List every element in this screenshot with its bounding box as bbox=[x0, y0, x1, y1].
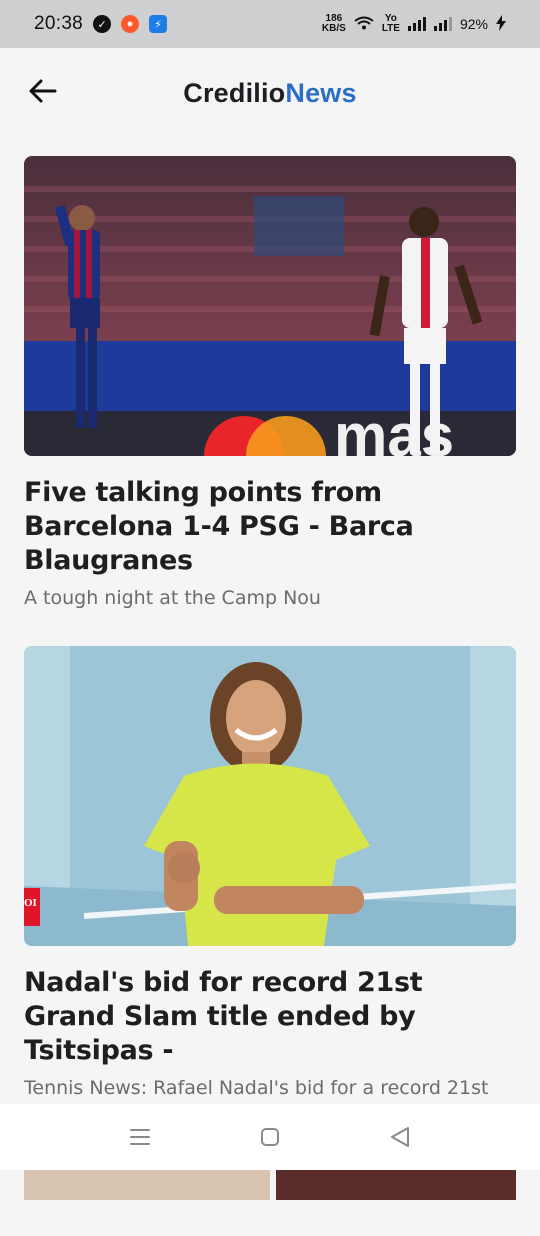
article-image[interactable]: OI bbox=[24, 646, 516, 946]
news-feed: mas Five talking points from Barcelona 1… bbox=[24, 156, 516, 1236]
status-bar-left: 20:38 ✓ ● ⚡ bbox=[34, 13, 168, 35]
volte-indicator: Yo LTE bbox=[382, 14, 400, 34]
article-card[interactable]: OI Nadal's bid for record 21st Grand Sla… bbox=[24, 646, 516, 1124]
app-header: CredilioNews bbox=[0, 48, 540, 138]
article-title: Nadal's bid for record 21st Grand Slam t… bbox=[24, 967, 423, 1066]
signal-1-icon bbox=[407, 17, 426, 31]
arrow-left-icon bbox=[29, 79, 57, 103]
recents-button[interactable] bbox=[125, 1122, 155, 1152]
back-system-button[interactable] bbox=[385, 1122, 415, 1152]
charging-icon bbox=[496, 14, 506, 34]
volte-bottom: LTE bbox=[381, 23, 400, 34]
reddit-icon: ● bbox=[121, 15, 140, 33]
status-time: 20:38 bbox=[34, 13, 84, 34]
back-button[interactable] bbox=[26, 74, 60, 108]
tennis-photo bbox=[24, 646, 516, 946]
article-card[interactable]: mas Five talking points from Barcelona 1… bbox=[24, 156, 516, 610]
wifi-icon bbox=[354, 16, 374, 33]
network-speed-unit: KB/S bbox=[321, 23, 346, 34]
network-speed: 186 KB/S bbox=[322, 14, 346, 34]
check-circle-icon: ✓ bbox=[93, 15, 112, 33]
brand-part-2: News bbox=[285, 77, 357, 108]
home-square-icon bbox=[261, 1128, 279, 1146]
signal-2-icon bbox=[433, 17, 452, 31]
menu-icon bbox=[130, 1129, 150, 1145]
home-button[interactable] bbox=[255, 1122, 285, 1152]
battery-percent: 92% bbox=[459, 16, 488, 32]
image-badge: OI bbox=[24, 897, 37, 909]
article-summary: A tough night at the Camp Nou bbox=[24, 587, 321, 609]
brand-part-1: Credilio bbox=[183, 77, 286, 108]
system-nav-bar bbox=[0, 1104, 540, 1170]
usb-icon: ⚡ bbox=[149, 15, 168, 33]
back-triangle-icon bbox=[391, 1127, 409, 1147]
article-title: Five talking points from Barcelona 1-4 P… bbox=[24, 477, 414, 576]
football-photo: mas bbox=[24, 156, 516, 456]
app-logo-title: CredilioNews bbox=[183, 78, 356, 109]
status-bar-right: 186 KB/S Yo LTE 92% bbox=[322, 14, 506, 34]
article-image[interactable]: mas bbox=[24, 156, 516, 456]
status-bar: 20:38 ✓ ● ⚡ 186 KB/S Yo LTE 92% bbox=[0, 0, 540, 48]
